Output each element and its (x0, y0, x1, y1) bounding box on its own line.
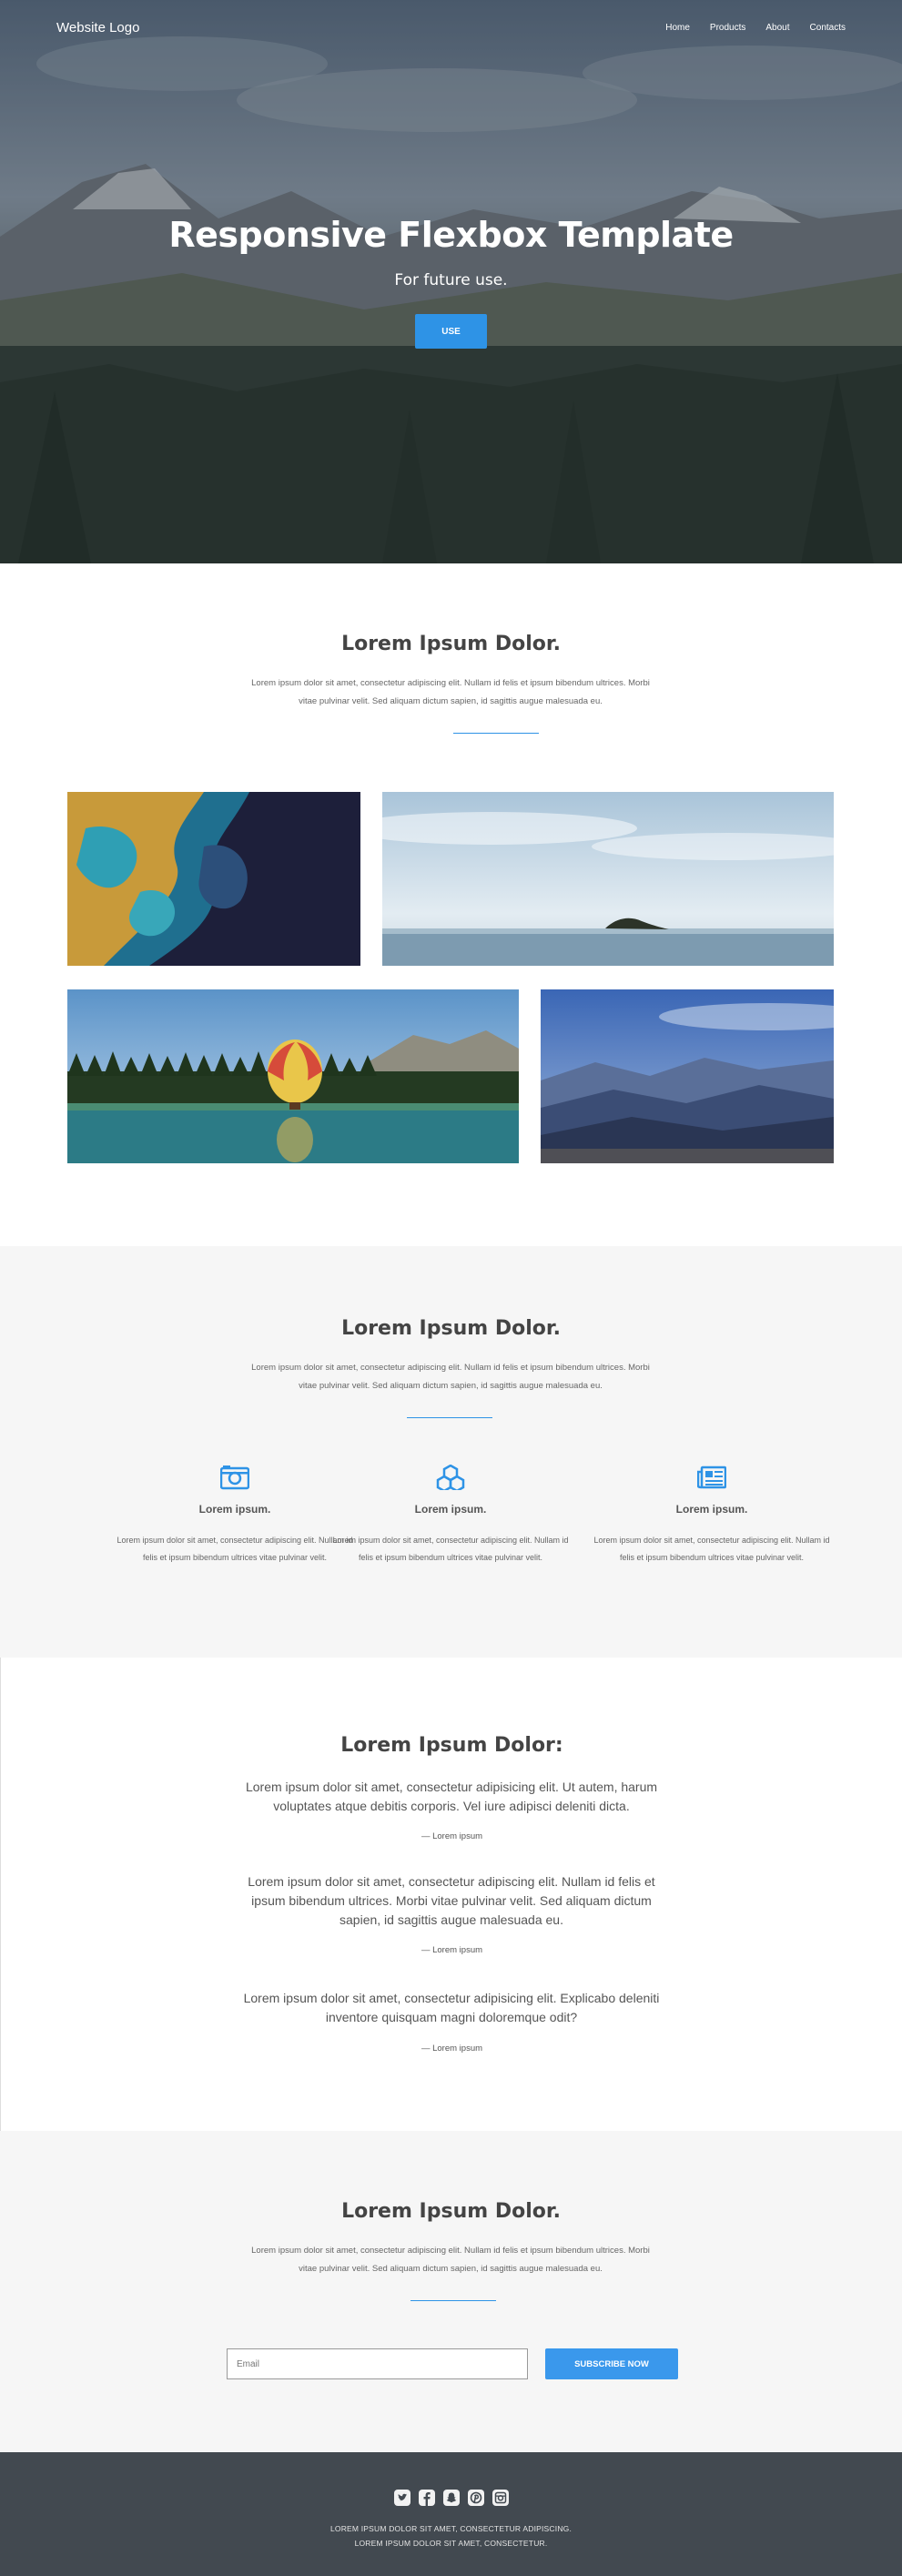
section-title: Lorem Ipsum Dolor: (340, 1734, 563, 1757)
testimonial-quote: Lorem ipsum dolor sit amet, consectetur … (243, 1991, 660, 2024)
feature-text: Lorem ipsum dolor sit amet, consectetur … (332, 1536, 569, 1562)
newspaper-icon (697, 1465, 726, 1489)
testimonial-author: — Lorem ipsum (421, 1831, 483, 1841)
gallery-image-mountain-valley[interactable] (541, 989, 834, 1163)
feature-title: Lorem ipsum. (675, 1503, 748, 1516)
top-navigation: Website Logo Home Products About Contact… (0, 0, 902, 58)
section-title: Lorem Ipsum Dolor. (341, 633, 561, 655)
section-text: Lorem ipsum dolor sit amet, consectetur … (251, 2246, 650, 2274)
gallery-image-balloon-lake[interactable] (67, 989, 519, 1163)
section-divider (407, 1417, 492, 1418)
section-text: Lorem ipsum dolor sit amet, consectetur … (251, 678, 650, 706)
testimonials-section: Lorem Ipsum Dolor: Lorem ipsum dolor sit… (0, 1658, 902, 2131)
testimonial-quote: Lorem ipsum dolor sit amet, consectetur … (248, 1874, 655, 1927)
section-text: Lorem ipsum dolor sit amet, consectetur … (251, 1363, 650, 1391)
hero-subtitle: For future use. (394, 271, 508, 289)
testimonial-author: — Lorem ipsum (421, 1945, 483, 1955)
footer-text-line-1: LOREM IPSUM DOLOR SIT AMET, CONSECTETUR … (329, 2524, 573, 2533)
gallery-section: Lorem Ipsum Dolor. Lorem ipsum dolor sit… (0, 563, 902, 1246)
section-title: Lorem Ipsum Dolor. (341, 1317, 561, 1340)
website-logo[interactable]: Website Logo (56, 20, 139, 35)
section-divider (453, 733, 539, 734)
camera-icon (220, 1465, 249, 1490)
gallery-image-aerial-coast[interactable] (67, 792, 360, 966)
feature-text: Lorem ipsum dolor sit amet, consectetur … (593, 1536, 830, 1562)
feature-title: Lorem ipsum. (414, 1503, 487, 1516)
nav-link-about[interactable]: About (765, 23, 789, 33)
section-title: Lorem Ipsum Dolor. (341, 2200, 561, 2223)
twitter-icon[interactable] (394, 2490, 410, 2506)
social-links (394, 2490, 509, 2506)
use-button[interactable]: USE (415, 314, 487, 349)
facebook-icon[interactable] (419, 2490, 435, 2506)
testimonial-author: — Lorem ipsum (421, 2044, 483, 2054)
nav-link-home[interactable]: Home (665, 23, 690, 33)
cubes-icon (436, 1465, 465, 1490)
section-divider (410, 2300, 496, 2301)
feature-card: Lorem ipsum. Lorem ipsum dolor sit amet,… (332, 1465, 569, 1567)
hero-title: Responsive Flexbox Template (168, 215, 734, 255)
nav-link-contacts[interactable]: Contacts (810, 23, 846, 33)
feature-card: Lorem ipsum. Lorem ipsum dolor sit amet,… (117, 1465, 353, 1567)
footer: LOREM IPSUM DOLOR SIT AMET, CONSECTETUR … (0, 2452, 902, 2576)
footer-text-line-2: LOREM IPSUM DOLOR SIT AMET, CONSECTETUR. (354, 2539, 548, 2548)
features-section: Lorem Ipsum Dolor. Lorem ipsum dolor sit… (0, 1246, 902, 1658)
snapchat-icon[interactable] (443, 2490, 460, 2506)
testimonial-quote: Lorem ipsum dolor sit amet, consectetur … (245, 1780, 658, 1813)
instagram-icon[interactable] (492, 2490, 509, 2506)
subscribe-now-button[interactable]: SUBSCRIBE NOW (545, 2348, 678, 2379)
pinterest-icon[interactable] (468, 2490, 484, 2506)
gallery-image-island[interactable] (382, 792, 834, 966)
nav-link-products[interactable]: Products (710, 23, 745, 33)
hero-section: Website Logo Home Products About Contact… (0, 0, 902, 563)
nav-links: Home Products About Contacts (665, 23, 846, 33)
feature-card: Lorem ipsum. Lorem ipsum dolor sit amet,… (593, 1465, 830, 1567)
feature-text: Lorem ipsum dolor sit amet, consectetur … (117, 1536, 353, 1562)
email-input[interactable] (227, 2348, 528, 2379)
subscribe-section: Lorem Ipsum Dolor. Lorem ipsum dolor sit… (0, 2131, 902, 2452)
feature-title: Lorem ipsum. (198, 1503, 271, 1516)
